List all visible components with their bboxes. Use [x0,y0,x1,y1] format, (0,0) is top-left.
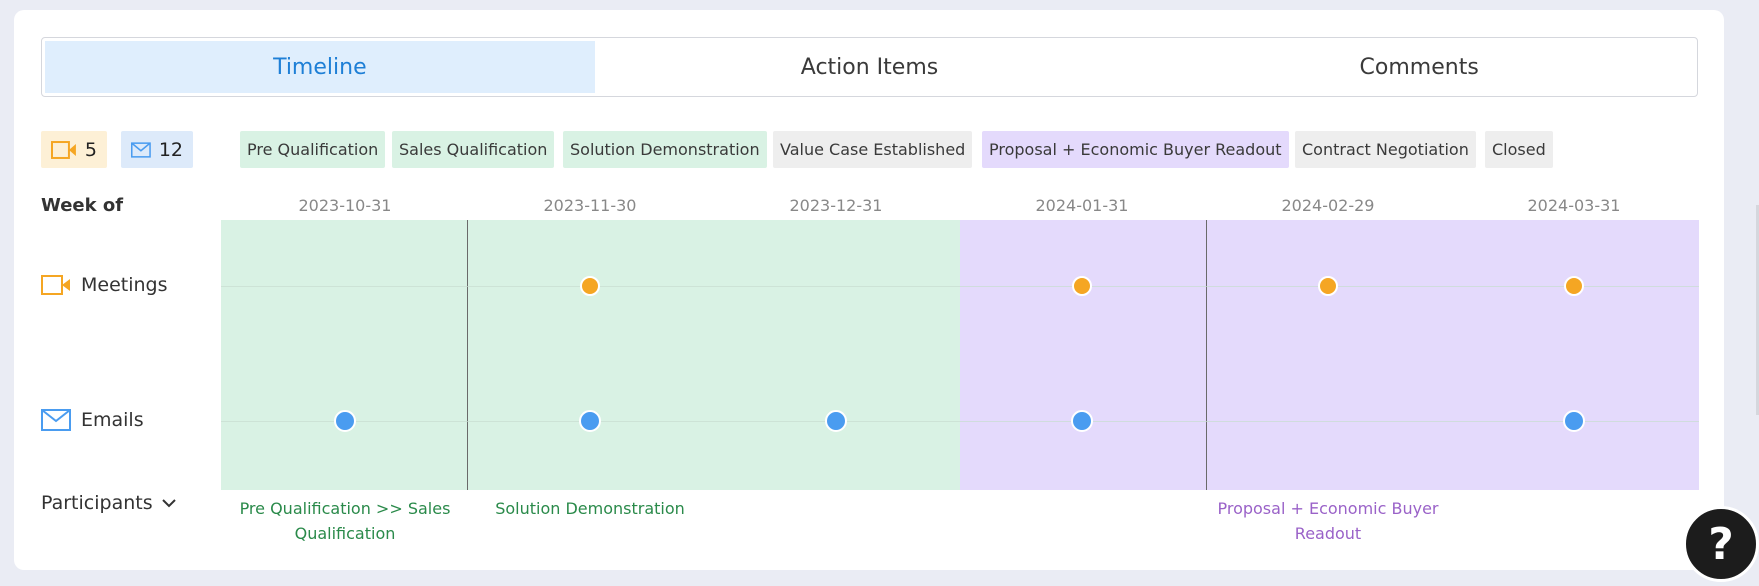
stage-chip[interactable]: Proposal + Economic Buyer Readout [982,131,1289,168]
stage-chip[interactable]: Value Case Established [773,131,973,168]
envelope-icon [131,141,151,158]
stage-divider [467,220,468,490]
video-camera-icon [41,275,70,295]
meeting-count-badge[interactable]: 5 [41,131,107,168]
date-label: 2023-11-30 [543,196,637,215]
stage-chip[interactable]: Closed [1485,131,1553,168]
date-label: 2024-03-31 [1527,196,1621,215]
date-label: 2023-10-31 [298,196,392,215]
date-label: 2023-12-31 [789,196,883,215]
stage-band-purple [960,220,1699,490]
chevron-down-icon [161,499,176,508]
emails-row-label: Emails [41,409,144,431]
stage-chip[interactable]: Pre Qualification [240,131,386,168]
meeting-dot[interactable] [1564,276,1584,296]
timeline-plot [221,220,1699,490]
stage-band-green [221,220,960,490]
email-dot[interactable] [334,410,356,432]
stage-transition-label: Pre Qualification >> Sales Qualification [239,499,451,543]
meetings-label: Meetings [81,274,168,296]
meetings-row-label: Meetings [41,274,168,296]
emails-label: Emails [81,409,144,431]
tab-timeline[interactable]: Timeline [45,41,595,93]
email-count-badge[interactable]: 12 [121,131,193,168]
participants-toggle[interactable]: Participants [41,492,177,514]
meeting-dot[interactable] [1072,276,1092,296]
meeting-dot[interactable] [1318,276,1338,296]
participants-label: Participants [41,492,153,514]
video-camera-icon [51,140,76,159]
tab-comments[interactable]: Comments [1144,41,1694,93]
email-dot[interactable] [1071,410,1093,432]
meeting-dot[interactable] [580,276,600,296]
stage-chip[interactable]: Contract Negotiation [1295,131,1476,168]
stage-transition-label: Proposal + Economic Buyer Readout [1217,499,1439,543]
email-dot[interactable] [1563,410,1585,432]
tab-bar: Timeline Action Items Comments [41,37,1698,97]
email-dot[interactable] [825,410,847,432]
tab-action-items[interactable]: Action Items [595,41,1145,93]
week-of-label: Week of [41,195,124,216]
help-button[interactable]: ? [1683,506,1759,582]
meeting-count: 5 [84,138,97,161]
envelope-icon [41,409,71,431]
stage-transition-label: Solution Demonstration [495,499,685,518]
stage-chip[interactable]: Solution Demonstration [563,131,767,168]
meetings-row-line [221,286,1699,287]
date-label: 2024-01-31 [1035,196,1129,215]
emails-row-line [221,421,1699,422]
stage-chip[interactable]: Sales Qualification [392,131,555,168]
email-dot[interactable] [579,410,601,432]
email-count: 12 [158,138,183,161]
date-label: 2024-02-29 [1281,196,1375,215]
stage-divider [1206,220,1207,490]
